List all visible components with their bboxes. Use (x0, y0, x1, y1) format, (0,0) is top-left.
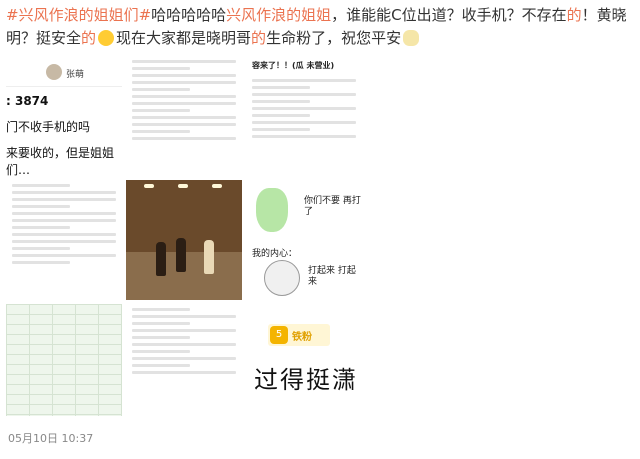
screenshot-table (6, 304, 122, 416)
meme-caption: 你们不要 再打了 (304, 196, 361, 217)
laugh-emoji-icon (98, 30, 115, 46)
meme-face-icon (264, 260, 300, 296)
post-segment: 哈哈哈哈哈 (151, 6, 227, 24)
grid-image-5-dance-photo[interactable] (126, 180, 242, 300)
screenshot-heading: 容来了！！(瓜 未营业) (252, 61, 335, 70)
ceiling-light-icon (212, 184, 222, 188)
fan-badge-label: 铁粉 (292, 332, 312, 343)
post-segment: ，谁能能C位出道？收手机？不存在 (331, 6, 567, 24)
grid-image-9[interactable]: 5 铁粉 过得挺潇 (246, 304, 362, 416)
dancer-figure (156, 242, 166, 276)
meme-caption: 我的内心： (252, 249, 298, 259)
post-highlight: 的 (81, 29, 97, 47)
fan-badge: 5 铁粉 (268, 324, 330, 346)
meme-face-icon (256, 188, 288, 232)
grid-image-2[interactable] (126, 56, 242, 176)
screenshot-text: 来要收的，但是姐姐们… (6, 146, 115, 176)
dancer-figure (176, 238, 186, 272)
screenshot-text: : 3874 (6, 94, 49, 108)
ceiling-light-icon (178, 184, 188, 188)
grid-image-1[interactable]: 张萌 : 3874 门不收手机的吗 来要收的，但是姐姐们… (6, 56, 122, 176)
post-timestamp: 05月10日 10:37 (8, 432, 94, 445)
post-segment: 生命粉了，祝您平安 (266, 29, 402, 47)
divider (6, 86, 122, 87)
post-text: #兴风作浪的姐姐们#哈哈哈哈哈兴风作浪的姐姐，谁能能C位出道？收手机？不存在的！… (6, 4, 630, 50)
post-highlight: 的 (566, 6, 582, 24)
profile-name: 张萌 (66, 70, 85, 80)
screenshot-text: 门不收手机的吗 (6, 120, 91, 134)
post-segment: 现在大家都是晓明哥 (116, 29, 252, 47)
hashtag-link[interactable]: #兴风作浪的姐姐们# (6, 6, 151, 24)
grid-image-7-table[interactable] (6, 304, 122, 416)
dancer-figure (204, 240, 214, 274)
grid-image-3[interactable]: 容来了！！(瓜 未营业) (246, 56, 362, 176)
grid-image-8-handwriting[interactable] (126, 304, 242, 416)
cat-emoji-icon (403, 30, 420, 46)
big-caption: 过得挺潇 (254, 366, 358, 394)
ceiling-light-icon (144, 184, 154, 188)
grid-image-6-meme[interactable]: 你们不要 再打了 我的内心： 打起来 打起来 (246, 180, 362, 300)
hashtag-link[interactable]: 兴风作浪的姐姐 (226, 6, 331, 24)
avatar (46, 64, 62, 80)
grid-image-4[interactable] (6, 180, 122, 300)
meme-caption: 打起来 打起来 (308, 266, 356, 287)
image-grid: 张萌 : 3874 门不收手机的吗 来要收的，但是姐姐们… 容来了！！(瓜 未营… (6, 56, 366, 416)
fan-level-icon: 5 (270, 326, 288, 344)
post-highlight: 的 (251, 29, 267, 47)
